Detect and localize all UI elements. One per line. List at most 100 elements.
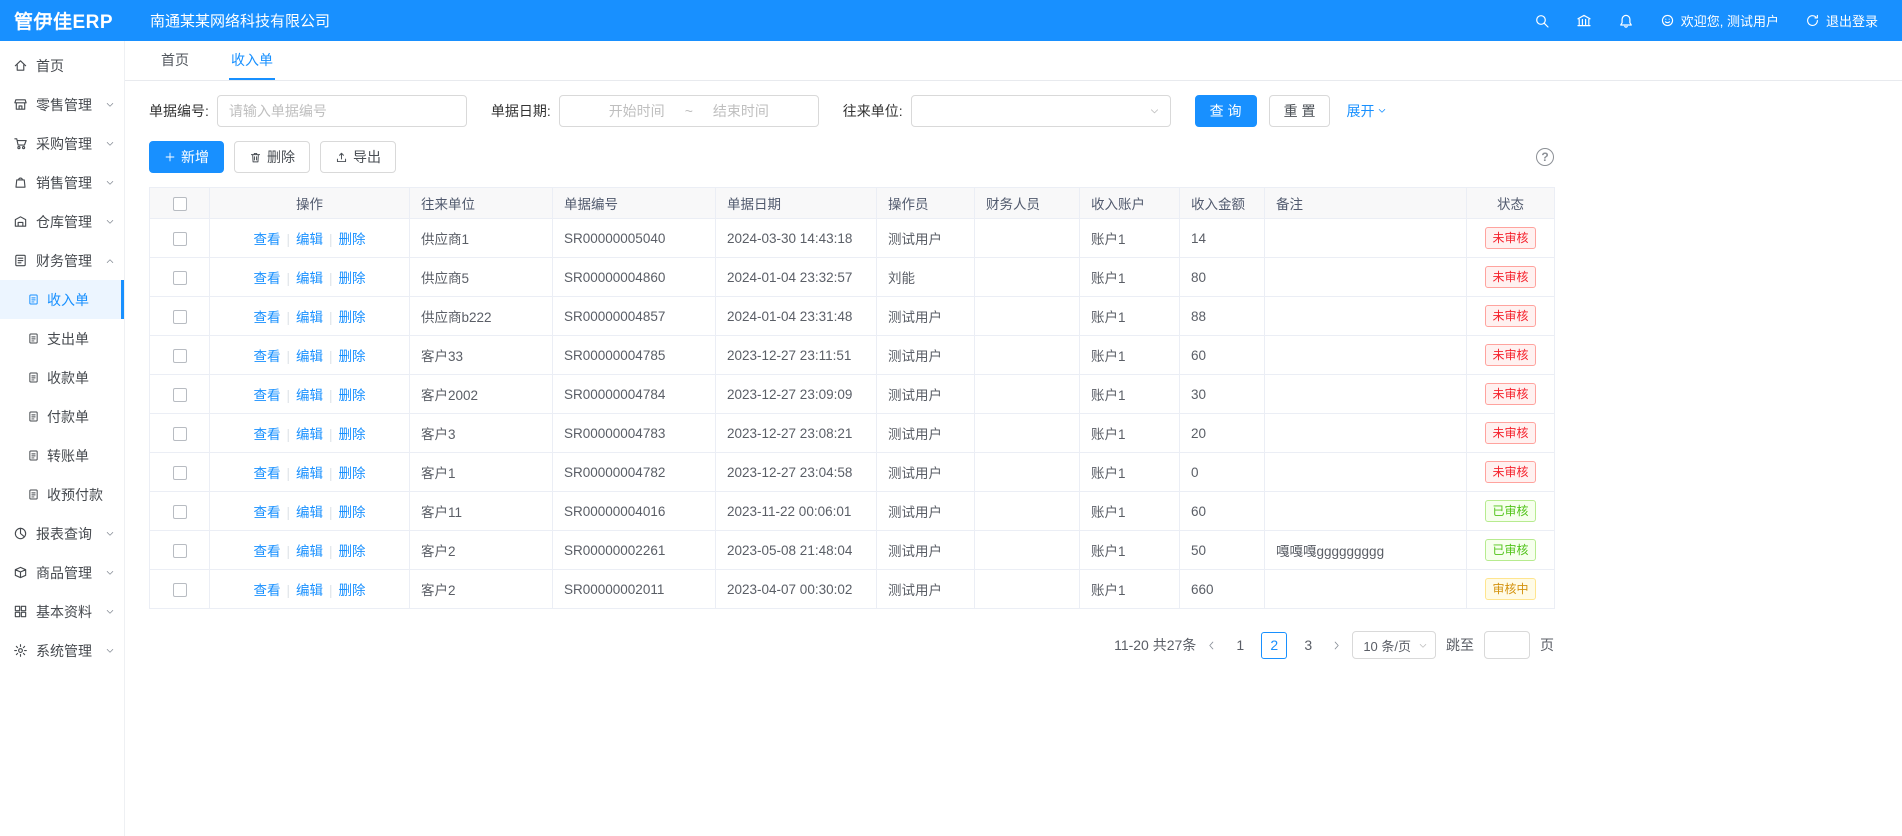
delete-link[interactable]: 删除 — [339, 388, 366, 403]
sidebar-item-expense[interactable]: 支出单 — [0, 319, 124, 358]
delete-link[interactable]: 删除 — [339, 544, 366, 559]
edit-link[interactable]: 编辑 — [296, 544, 323, 559]
sidebar-item-warehouse[interactable]: 仓库管理 — [0, 202, 124, 241]
page-button-2[interactable]: 2 — [1261, 632, 1287, 659]
sidebar-item-finance[interactable]: 财务管理 — [0, 241, 124, 280]
row-checkbox[interactable] — [173, 427, 187, 441]
page-button-3[interactable]: 3 — [1295, 632, 1321, 659]
bell-icon[interactable] — [1618, 13, 1634, 29]
sidebar-item-label: 支出单 — [47, 329, 89, 349]
date-range-input[interactable]: 开始时间 ~ 结束时间 — [559, 95, 819, 127]
sidebar-item-goods[interactable]: 商品管理 — [0, 553, 124, 592]
view-link[interactable]: 查看 — [253, 466, 280, 481]
view-link[interactable]: 查看 — [253, 544, 280, 559]
edit-link[interactable]: 编辑 — [296, 388, 323, 403]
edit-link[interactable]: 编辑 — [296, 466, 323, 481]
sidebar-item-payment[interactable]: 付款单 — [0, 397, 124, 436]
delete-link[interactable]: 删除 — [339, 427, 366, 442]
table-row: 查看|编辑|删除客户1SR000000047822023-12-27 23:04… — [150, 453, 1555, 492]
page-size-select[interactable]: 10 条/页 — [1352, 631, 1436, 659]
sidebar-item-sales[interactable]: 销售管理 — [0, 163, 124, 202]
view-link[interactable]: 查看 — [253, 505, 280, 520]
edit-link[interactable]: 编辑 — [296, 583, 323, 598]
next-page-button[interactable] — [1331, 640, 1342, 651]
edit-link[interactable]: 编辑 — [296, 349, 323, 364]
delete-link[interactable]: 删除 — [339, 466, 366, 481]
cell-remark — [1265, 453, 1467, 492]
view-link[interactable]: 查看 — [253, 232, 280, 247]
sidebar-item-basic[interactable]: 基本资料 — [0, 592, 124, 631]
action-divider: | — [329, 583, 333, 598]
sidebar-item-retail[interactable]: 零售管理 — [0, 85, 124, 124]
edit-link[interactable]: 编辑 — [296, 427, 323, 442]
query-button[interactable]: 查 询 — [1195, 95, 1257, 127]
cell-bill_no: SR00000004857 — [553, 297, 716, 336]
row-checkbox[interactable] — [173, 583, 187, 597]
sidebar-item-home[interactable]: 首页 — [0, 46, 124, 85]
header-actions: 欢迎您, 测试用户 退出登录 — [1534, 11, 1902, 30]
edit-link[interactable]: 编辑 — [296, 271, 323, 286]
cell-date: 2023-04-07 00:30:02 — [716, 570, 877, 609]
action-divider: | — [286, 427, 290, 442]
edit-link[interactable]: 编辑 — [296, 310, 323, 325]
row-checkbox[interactable] — [173, 544, 187, 558]
delete-button[interactable]: 删除 — [234, 141, 310, 173]
view-link[interactable]: 查看 — [253, 271, 280, 286]
edit-link[interactable]: 编辑 — [296, 505, 323, 520]
cell-bill_no: SR00000004783 — [553, 414, 716, 453]
row-checkbox[interactable] — [173, 466, 187, 480]
bill-no-input[interactable] — [217, 95, 467, 127]
page-button-1[interactable]: 1 — [1227, 632, 1253, 659]
export-button[interactable]: 导出 — [320, 141, 396, 173]
reset-button[interactable]: 重 置 — [1269, 95, 1331, 127]
view-link[interactable]: 查看 — [253, 583, 280, 598]
delete-link[interactable]: 删除 — [339, 271, 366, 286]
action-divider: | — [329, 427, 333, 442]
delete-link[interactable]: 删除 — [339, 310, 366, 325]
cell-account: 账户1 — [1080, 375, 1180, 414]
edit-link[interactable]: 编辑 — [296, 232, 323, 247]
expand-link[interactable]: 展开 — [1346, 101, 1387, 121]
tab-home[interactable]: 首页 — [159, 41, 191, 80]
cell-operator: 测试用户 — [877, 219, 975, 258]
prev-page-button[interactable] — [1206, 640, 1217, 651]
sidebar-item-prepaid[interactable]: 收预付款 — [0, 475, 124, 514]
welcome-user[interactable]: 欢迎您, 测试用户 — [1660, 11, 1779, 30]
tab-income[interactable]: 收入单 — [229, 41, 275, 80]
sidebar-item-transfer[interactable]: 转账单 — [0, 436, 124, 475]
row-checkbox[interactable] — [173, 505, 187, 519]
row-checkbox[interactable] — [173, 349, 187, 363]
search-icon[interactable] — [1534, 13, 1550, 29]
view-link[interactable]: 查看 — [253, 427, 280, 442]
delete-link[interactable]: 删除 — [339, 232, 366, 247]
plus-icon — [164, 151, 176, 163]
row-checkbox[interactable] — [173, 388, 187, 402]
bank-icon[interactable] — [1576, 13, 1592, 29]
cell-finance — [975, 531, 1080, 570]
view-link[interactable]: 查看 — [253, 310, 280, 325]
help-icon[interactable]: ? — [1536, 148, 1554, 166]
row-checkbox[interactable] — [173, 310, 187, 324]
delete-link[interactable]: 删除 — [339, 583, 366, 598]
select-all-checkbox[interactable] — [173, 197, 187, 211]
status-badge: 未审核 — [1485, 227, 1535, 249]
sidebar-item-purchase[interactable]: 采购管理 — [0, 124, 124, 163]
chevron-down-icon — [1418, 641, 1428, 651]
delete-link[interactable]: 删除 — [339, 505, 366, 520]
sidebar-item-system[interactable]: 系统管理 — [0, 631, 124, 670]
delete-link[interactable]: 删除 — [339, 349, 366, 364]
view-link[interactable]: 查看 — [253, 388, 280, 403]
sidebar-item-receipt[interactable]: 收款单 — [0, 358, 124, 397]
partner-select[interactable] — [911, 95, 1171, 127]
column-header: 操作员 — [877, 188, 975, 219]
row-checkbox[interactable] — [173, 271, 187, 285]
row-checkbox[interactable] — [173, 232, 187, 246]
pagination-total: 11-20 共27条 — [1114, 635, 1196, 655]
cell-status: 未审核 — [1467, 375, 1555, 414]
view-link[interactable]: 查看 — [253, 349, 280, 364]
logout-button[interactable]: 退出登录 — [1805, 11, 1878, 30]
sidebar-item-report[interactable]: 报表查询 — [0, 514, 124, 553]
jump-page-input[interactable] — [1484, 631, 1530, 659]
sidebar-item-income[interactable]: 收入单 — [0, 280, 124, 319]
add-button[interactable]: 新增 — [149, 141, 224, 173]
